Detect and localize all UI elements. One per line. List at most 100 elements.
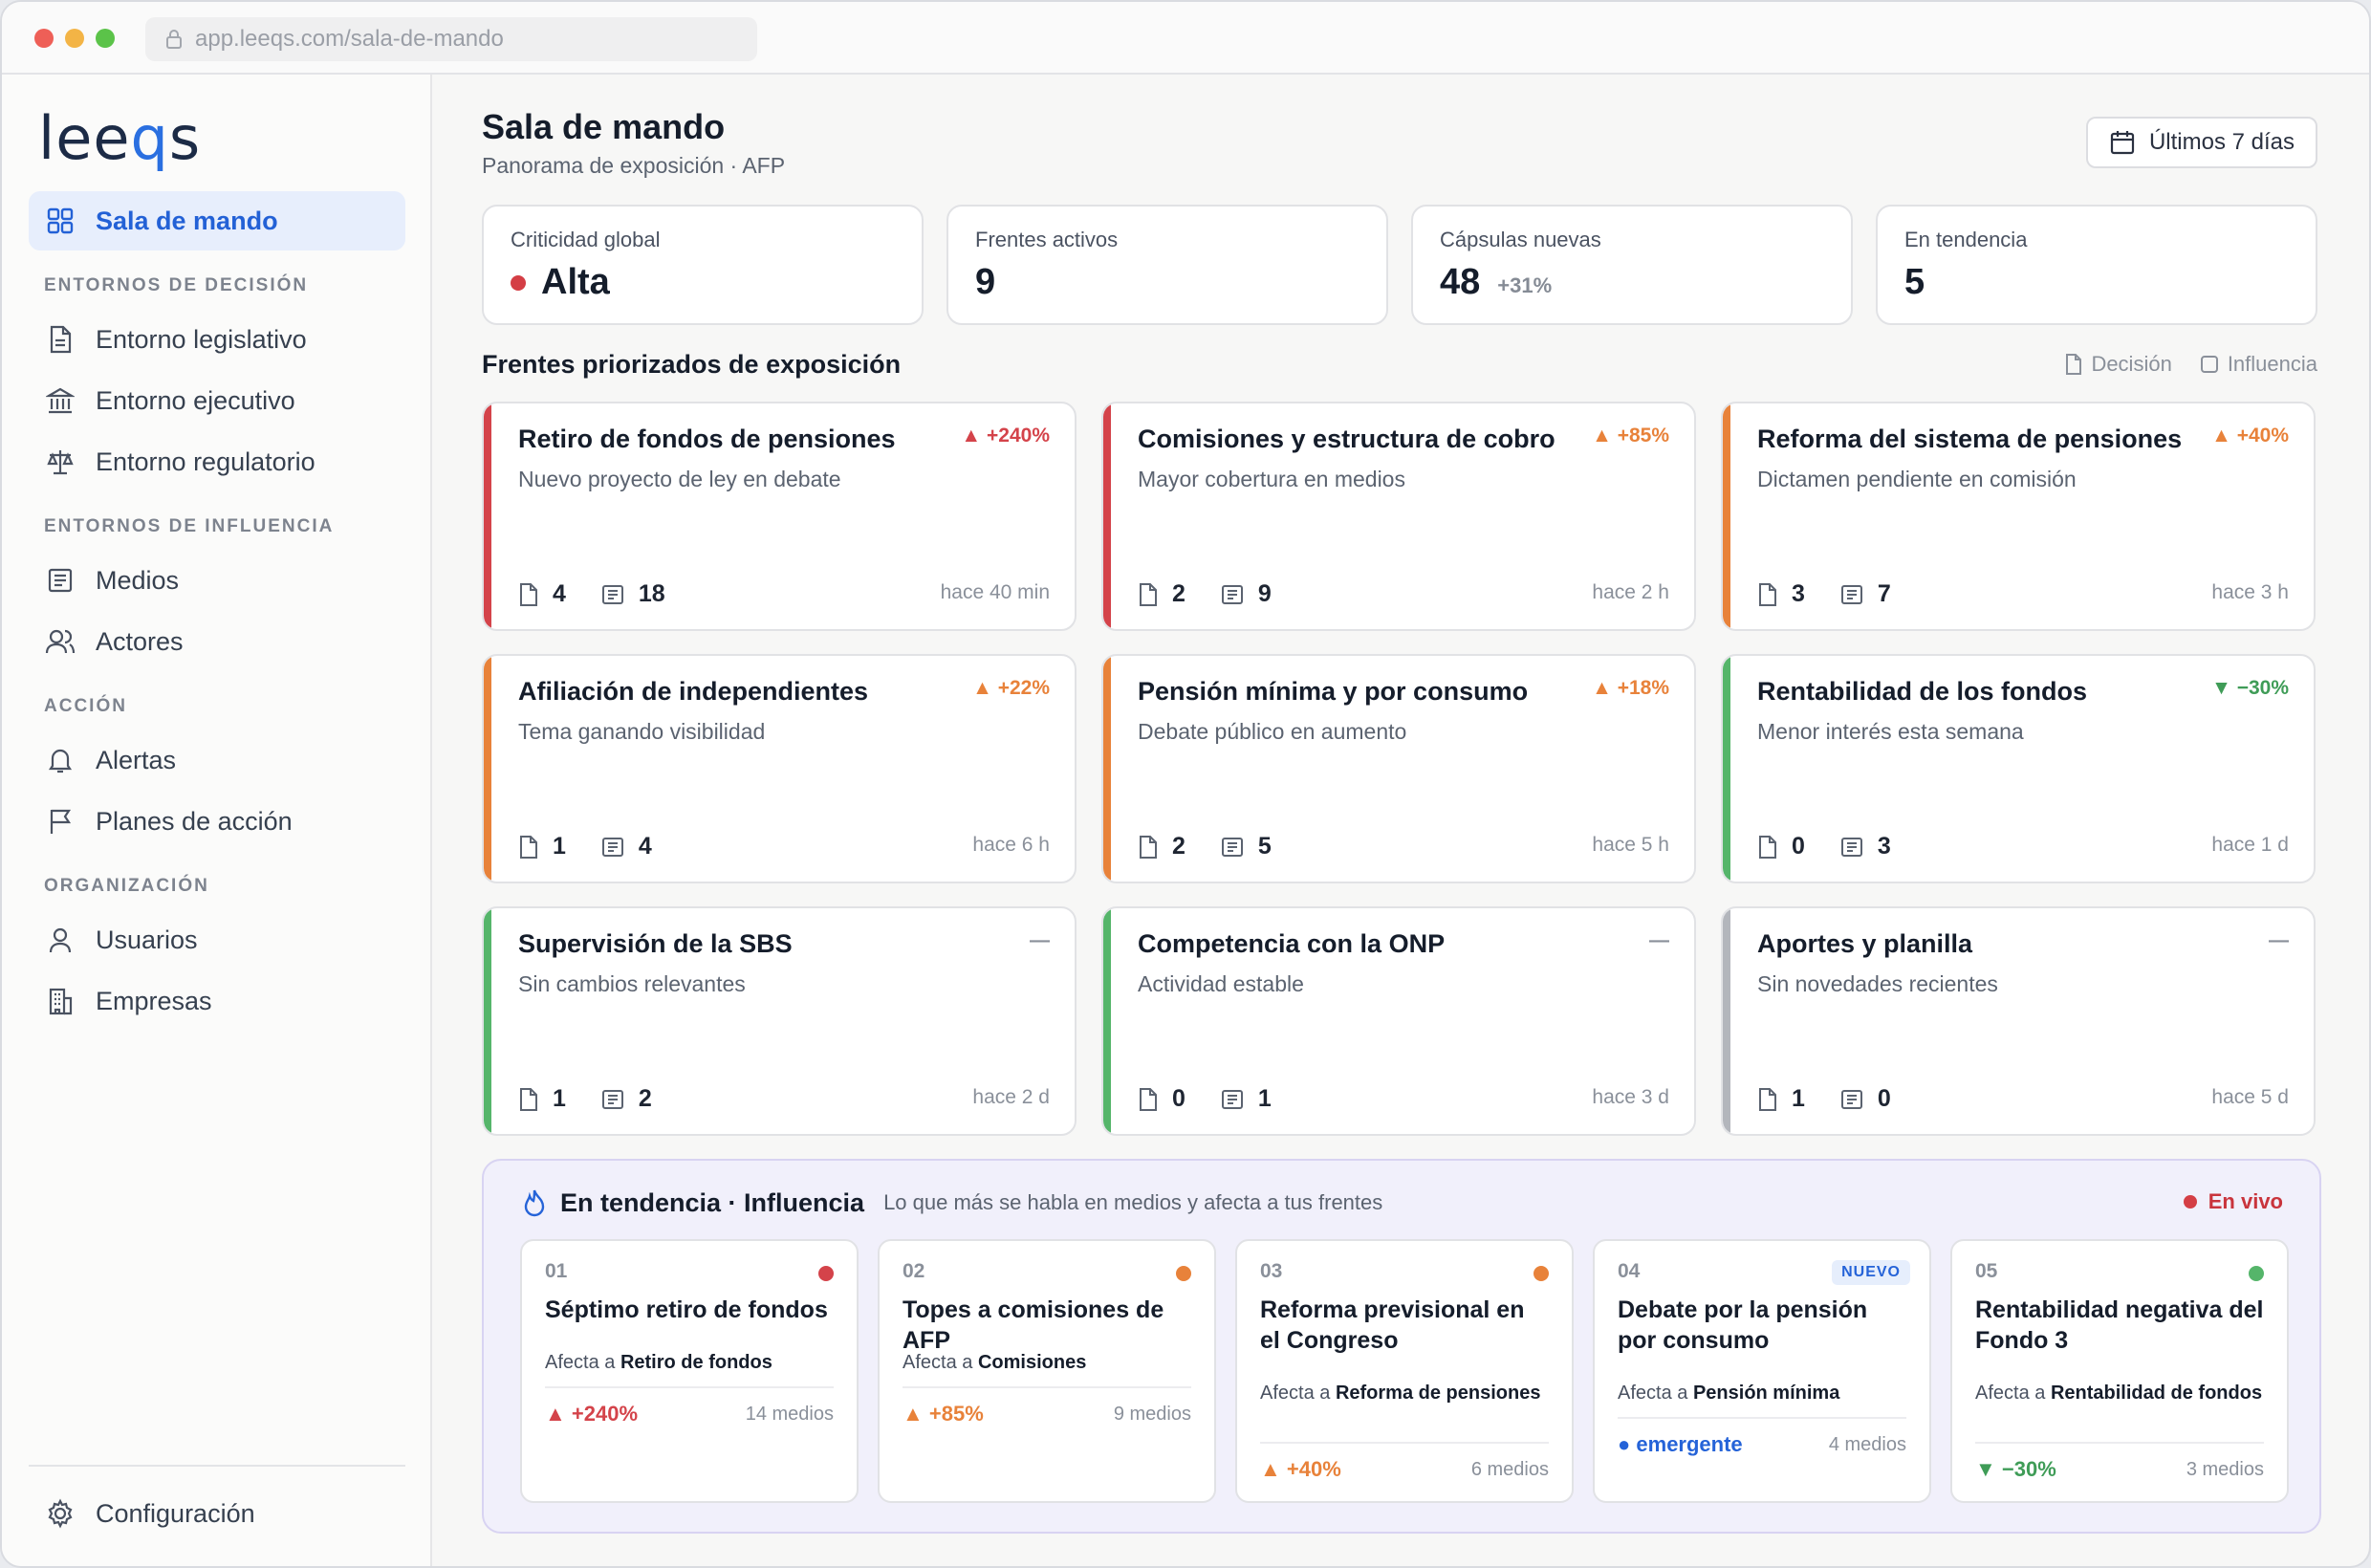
leeqs-logo[interactable]: leeqs — [38, 103, 201, 173]
kpi-criticidad-global: Criticidad global Alta — [482, 205, 924, 325]
maximize-window-button[interactable] — [96, 29, 115, 48]
trending-media: 6 medios — [1470, 1459, 1549, 1480]
date-range-button[interactable]: Últimos 7 días — [2085, 117, 2317, 168]
close-window-button[interactable] — [34, 29, 54, 48]
trending-media: 4 medios — [1828, 1434, 1906, 1455]
front-time: hace 5 h — [1592, 834, 1669, 856]
front-time: hace 2 d — [972, 1086, 1050, 1108]
newspaper-icon — [1221, 837, 1243, 857]
front-title: Reforma del sistema de pensiones — [1757, 425, 2183, 453]
front-time: hace 3 h — [2211, 581, 2289, 603]
sidebar-item-configuracion[interactable]: Configuración — [29, 1484, 405, 1543]
trending-item-title: Debate por la pensión por consumo — [1618, 1296, 1868, 1354]
front-card[interactable]: Supervisión de la SBS Sin cambios relevan… — [482, 906, 1077, 1136]
sidebar-item-entorno-legislativo[interactable]: Entorno legislativo — [29, 310, 405, 369]
affects-front: Retiro de fondos — [620, 1352, 772, 1373]
kpi-en-tendencia: En tendencia 5 — [1876, 205, 2317, 325]
trending-media: 9 medios — [1113, 1404, 1191, 1425]
document-icon — [1759, 582, 1776, 606]
url-bar[interactable]: app.leeqs.com/sala-de-mando — [145, 17, 757, 61]
trending-value: ▲ +40% — [1260, 1457, 1341, 1481]
front-card[interactable]: Rentabilidad de los fondos Menor interés … — [1721, 654, 2316, 883]
kpi-value: 48 — [1440, 262, 1481, 302]
kpi-value: 5 — [1904, 262, 1925, 302]
front-counts: 29 — [1138, 580, 1306, 608]
sidebar-item-label: Planes de acción — [96, 806, 293, 836]
influence-count: 2 — [600, 1085, 652, 1113]
sidebar-section-organizacion: ORGANIZACIÓN — [44, 876, 209, 896]
influence-count: 0 — [1839, 1085, 1891, 1113]
front-time: hace 2 h — [1592, 581, 1669, 603]
newspaper-icon — [1840, 1089, 1862, 1109]
front-card[interactable]: Pensión mínima y por consumo Debate públi… — [1101, 654, 1696, 883]
trending-affects: Afecta a Comisiones — [903, 1350, 1191, 1375]
front-subtitle: Menor interés esta semana — [1757, 719, 2024, 744]
front-subtitle: Actividad estable — [1138, 971, 1304, 996]
live-label: En vivo — [2208, 1189, 2283, 1213]
kpi-value: 9 — [975, 262, 996, 302]
trending-card[interactable]: 02 Topes a comisiones de AFP Afecta a Comi… — [878, 1239, 1216, 1503]
trending-rank: 02 — [903, 1260, 925, 1282]
newspaper-icon — [601, 1089, 623, 1109]
sidebar-item-usuarios[interactable]: Usuarios — [29, 910, 405, 969]
trending-card[interactable]: 05 Rentabilidad negativa del Fondo 3 Afect… — [1950, 1239, 2289, 1503]
sidebar-item-medios[interactable]: Medios — [29, 551, 405, 610]
legend-decision: Decisión — [2064, 352, 2172, 377]
flag-icon — [44, 805, 76, 838]
severity-bar — [484, 656, 491, 882]
trending-card[interactable]: 01 Séptimo retiro de fondos Afecta a Retir… — [520, 1239, 859, 1503]
sidebar-item-label: Actores — [96, 626, 184, 656]
newspaper-icon — [44, 564, 76, 597]
front-card[interactable]: Aportes y planilla Sin novedades reciente… — [1721, 906, 2316, 1136]
front-card[interactable]: Competencia con la ONP Actividad estable —… — [1101, 906, 1696, 1136]
kpi-value: Alta — [541, 262, 610, 302]
legend-label: Decisión — [2091, 352, 2172, 376]
kpi-label: Frentes activos — [975, 228, 1119, 251]
influence-count: 9 — [1220, 580, 1272, 608]
sidebar-item-planes-de-accion[interactable]: Planes de acción — [29, 792, 405, 851]
bank-icon — [44, 384, 76, 417]
severity-bar — [1723, 908, 1730, 1134]
influence-count-value: 18 — [638, 580, 665, 607]
gear-icon — [44, 1497, 76, 1530]
severity-bar — [1103, 403, 1111, 629]
decision-count: 1 — [1757, 1085, 1805, 1113]
minimize-window-button[interactable] — [65, 29, 84, 48]
decision-count: 0 — [1138, 1085, 1186, 1113]
trending-media: 14 medios — [745, 1404, 834, 1425]
front-card[interactable]: Comisiones y estructura de cobro Mayor co… — [1101, 402, 1696, 631]
front-card[interactable]: Retiro de fondos de pensiones Nuevo proye… — [482, 402, 1077, 631]
trending-card[interactable]: 04 NUEVO Debate por la pensión por consumo… — [1593, 1239, 1931, 1503]
logo-text: lee — [38, 103, 131, 173]
sidebar-item-entorno-ejecutivo[interactable]: Entorno ejecutivo — [29, 371, 405, 430]
front-subtitle: Mayor cobertura en medios — [1138, 467, 1405, 491]
sidebar-item-empresas[interactable]: Empresas — [29, 971, 405, 1031]
browser-window: app.leeqs.com/sala-de-mando leeqs Sala d… — [0, 0, 2371, 1568]
affects-prefix: Afecta a — [1618, 1383, 1688, 1404]
front-trend: — — [1030, 929, 1050, 951]
trending-card[interactable]: 03 Reforma previsional en el Congreso Afec… — [1235, 1239, 1574, 1503]
front-card[interactable]: Afiliación de independientes Tema ganando… — [482, 654, 1077, 883]
sidebar-item-actores[interactable]: Actores — [29, 612, 405, 671]
sidebar-item-alertas[interactable]: Alertas — [29, 730, 405, 790]
decision-count: 2 — [1138, 580, 1186, 608]
front-title: Competencia con la ONP — [1138, 929, 1446, 958]
new-badge: NUEVO — [1832, 1260, 1910, 1285]
trending-panel: En tendencia · Influencia Lo que más se … — [482, 1159, 2321, 1534]
sidebar-item-sala-de-mando[interactable]: Sala de mando — [29, 191, 405, 250]
building-icon — [44, 985, 76, 1017]
trending-value: ▲ +85% — [903, 1402, 984, 1426]
kpi-capsulas-nuevas: Cápsulas nuevas 48 +31% — [1411, 205, 1853, 325]
front-time: hace 3 d — [1592, 1086, 1669, 1108]
front-trend: ▲ +22% — [972, 677, 1050, 699]
decision-count-value: 2 — [1172, 580, 1186, 607]
front-card[interactable]: Reforma del sistema de pensiones Dictamen… — [1721, 402, 2316, 631]
main-content: Sala de mando Panorama de exposición · A… — [434, 75, 2369, 1566]
decision-count-value: 1 — [553, 833, 566, 860]
document-icon — [1759, 835, 1776, 859]
influence-count: 18 — [600, 580, 665, 608]
influence-count: 7 — [1839, 580, 1891, 608]
newspaper-icon — [601, 584, 623, 604]
sidebar-item-entorno-regulatorio[interactable]: Entorno regulatorio — [29, 432, 405, 491]
influence-count: 3 — [1839, 833, 1891, 860]
